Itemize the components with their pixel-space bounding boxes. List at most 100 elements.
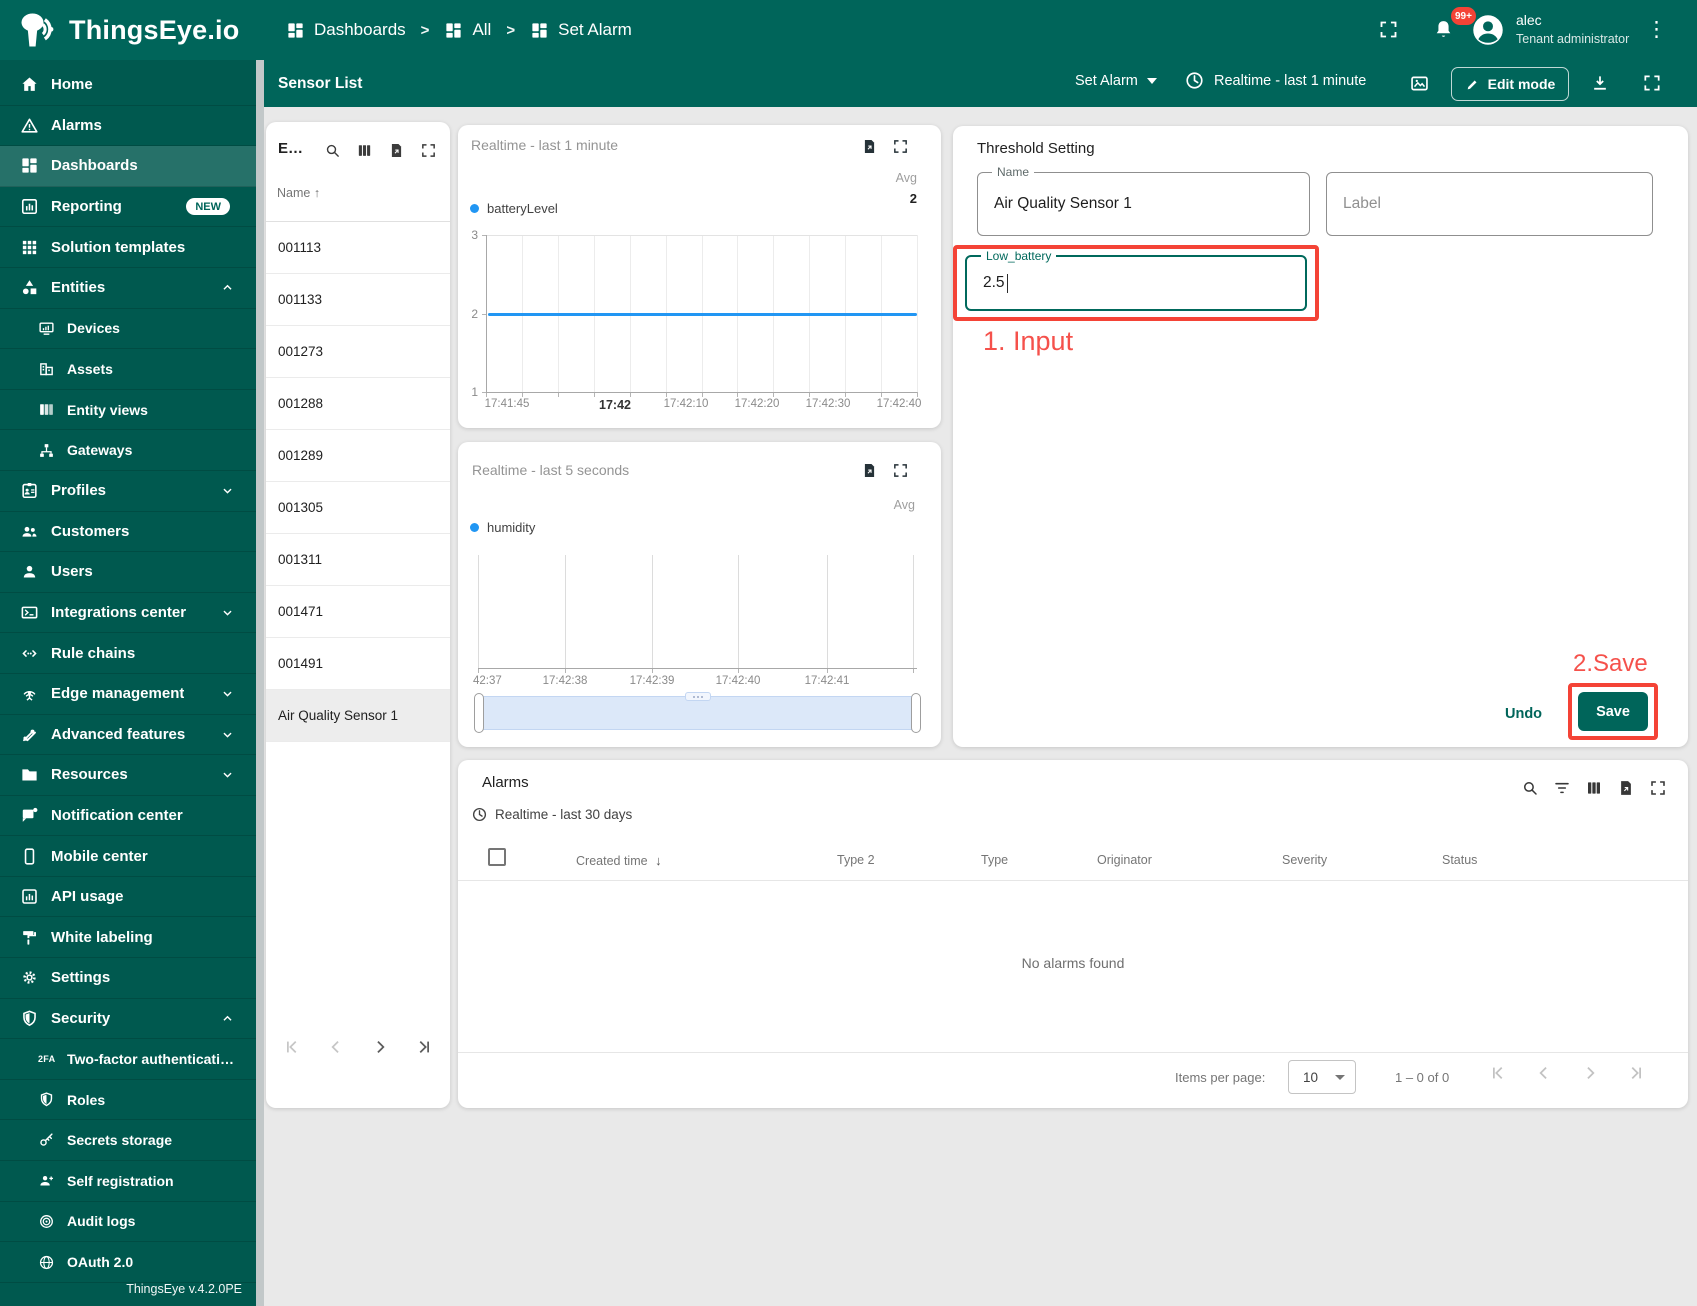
entity-row[interactable]: 001289 (266, 430, 450, 482)
fullscreen-icon[interactable] (420, 142, 437, 159)
user-avatar[interactable] (1471, 13, 1505, 47)
datazoom-grip[interactable] (684, 692, 711, 701)
search-icon[interactable] (324, 142, 341, 159)
entity-name-column-header[interactable]: Name ↑ (277, 186, 320, 200)
low-battery-field[interactable]: Low_battery 2.5 (965, 249, 1307, 311)
sidebar-item-secrets-storage[interactable]: Secrets storage (0, 1120, 256, 1162)
sidebar-item-dashboards[interactable]: Dashboards (0, 146, 256, 187)
header-fullscreen-icon[interactable] (1378, 19, 1399, 40)
entity-row[interactable]: 001311 (266, 534, 450, 586)
sidebar-item-advanced-features[interactable]: Advanced features (0, 715, 256, 756)
fullscreen-icon[interactable] (892, 462, 909, 479)
column-header-originator[interactable]: Originator (1097, 853, 1152, 867)
chevron-left-icon[interactable] (1534, 1063, 1554, 1083)
sidebar-item-edge-management[interactable]: Edge management (0, 674, 256, 715)
file-export-icon[interactable] (861, 138, 878, 155)
sidebar-item-self-registration[interactable]: Self registration (0, 1161, 256, 1202)
entity-row[interactable]: 001273 (266, 326, 450, 378)
save-button[interactable]: Save (1578, 692, 1648, 731)
sidebar-item-entities[interactable]: Entities (0, 268, 256, 309)
entity-row[interactable]: 001305 (266, 482, 450, 534)
last-page-icon[interactable] (414, 1037, 434, 1057)
datazoom-slider[interactable] (474, 692, 921, 733)
column-header-type[interactable]: Type (981, 853, 1008, 867)
sidebar-item-white-labeling[interactable]: White labeling (0, 917, 256, 959)
sidebar-item-oauth-2-0[interactable]: OAuth 2.0 (0, 1242, 256, 1283)
image-gallery-icon[interactable] (1409, 73, 1430, 94)
items-per-page-select[interactable]: 10 (1288, 1060, 1356, 1094)
column-header-created-time[interactable]: Created time ↓ (576, 853, 662, 868)
sidebar-item-settings[interactable]: Settings (0, 958, 256, 999)
undo-button[interactable]: Undo (1497, 702, 1550, 726)
entity-row[interactable]: 001471 (266, 586, 450, 638)
datazoom-right-handle[interactable] (911, 693, 921, 733)
chart-legend[interactable]: batteryLevel (470, 201, 558, 216)
chevron-right-icon[interactable] (1580, 1063, 1600, 1083)
sidebar-item-devices[interactable]: Devices (0, 309, 256, 350)
chevron-right-icon[interactable] (370, 1037, 390, 1057)
entity-row[interactable]: 001113 (266, 222, 450, 274)
search-icon[interactable] (1521, 779, 1539, 797)
sidebar-item-users[interactable]: Users (0, 552, 256, 593)
sidebar-item-gateways[interactable]: Gateways (0, 430, 256, 471)
sidebar-item-alarms[interactable]: Alarms (0, 106, 256, 147)
sidebar-item-label: Solution templates (51, 238, 186, 256)
sidebar-item-mobile-center[interactable]: Mobile center (0, 836, 256, 877)
entity-row[interactable]: 001133 (266, 274, 450, 326)
entity-row[interactable]: 001288 (266, 378, 450, 430)
first-page-icon[interactable] (1488, 1063, 1508, 1083)
kebab-menu-icon[interactable]: ⋮ (1646, 17, 1667, 43)
columns-icon[interactable] (356, 142, 373, 159)
fullscreen-icon[interactable] (892, 138, 909, 155)
alarms-time-window[interactable]: Realtime - last 30 days (471, 806, 632, 823)
time-window-button[interactable]: Realtime - last 1 minute (1184, 70, 1366, 91)
datazoom-left-handle[interactable] (474, 693, 484, 733)
sidebar-item-security[interactable]: Security (0, 999, 256, 1040)
breadcrumb-item[interactable]: Dashboards (286, 20, 406, 40)
columns-icon[interactable] (1585, 779, 1603, 797)
sidebar-item-reporting[interactable]: Reporting NEW (0, 187, 256, 228)
file-export-icon[interactable] (388, 142, 405, 159)
entity-row[interactable]: Air Quality Sensor 1 (266, 690, 450, 742)
sidebar-item-roles[interactable]: Roles (0, 1080, 256, 1121)
first-page-icon[interactable] (282, 1037, 302, 1057)
toolbar-fullscreen-icon[interactable] (1642, 73, 1662, 93)
sidebar-item-two-factor-authenticati[interactable]: 2FA Two-factor authenticati… (0, 1039, 256, 1080)
file-export-icon[interactable] (861, 462, 878, 479)
breadcrumb-item[interactable]: Set Alarm (530, 20, 632, 40)
label-field[interactable]: Label (1326, 172, 1653, 236)
sidebar-item-rule-chains[interactable]: Rule chains (0, 633, 256, 674)
last-page-icon[interactable] (1626, 1063, 1646, 1083)
threshold-setting-card: Threshold Setting Name Air Quality Senso… (953, 126, 1688, 747)
sidebar-item-home[interactable]: Home (0, 65, 256, 106)
chevron-down-icon (1335, 1074, 1345, 1080)
sidebar-item-notification-center[interactable]: Notification center (0, 796, 256, 837)
user-info[interactable]: alec Tenant administrator (1516, 12, 1629, 46)
breadcrumb-item[interactable]: All (444, 20, 491, 40)
name-field[interactable]: Name Air Quality Sensor 1 (977, 165, 1310, 236)
sidebar-item-solution-templates[interactable]: Solution templates (0, 227, 256, 268)
entity-row[interactable]: 001491 (266, 638, 450, 690)
dashboard-state-selector[interactable]: Set Alarm (1075, 73, 1157, 89)
sidebar-item-audit-logs[interactable]: Audit logs (0, 1202, 256, 1243)
column-header-type-2[interactable]: Type 2 (837, 853, 875, 867)
sidebar-item-assets[interactable]: Assets (0, 349, 256, 390)
sidebar-item-api-usage[interactable]: API usage (0, 877, 256, 918)
column-header-status[interactable]: Status (1442, 853, 1477, 867)
chart-legend[interactable]: humidity (470, 520, 535, 535)
app-logo[interactable]: ThingsEye.io (16, 0, 239, 60)
sidebar-item-integrations-center[interactable]: Integrations center (0, 593, 256, 634)
fullscreen-icon[interactable] (1649, 779, 1667, 797)
sidebar-item-resources[interactable]: Resources (0, 755, 256, 796)
sidebar-item-customers[interactable]: Customers (0, 512, 256, 553)
chevron-left-icon[interactable] (326, 1037, 346, 1057)
edit-mode-button[interactable]: Edit mode (1451, 67, 1569, 101)
column-header-severity[interactable]: Severity (1282, 853, 1327, 867)
file-export-icon[interactable] (1617, 779, 1635, 797)
select-all-checkbox[interactable] (488, 848, 506, 866)
sidebar-item-profiles[interactable]: Profiles (0, 471, 256, 512)
sidebar-item-entity-views[interactable]: Entity views (0, 390, 256, 431)
sidebar-scrollbar[interactable] (256, 60, 264, 1306)
filter-icon[interactable] (1553, 779, 1571, 797)
download-icon[interactable] (1590, 73, 1610, 93)
